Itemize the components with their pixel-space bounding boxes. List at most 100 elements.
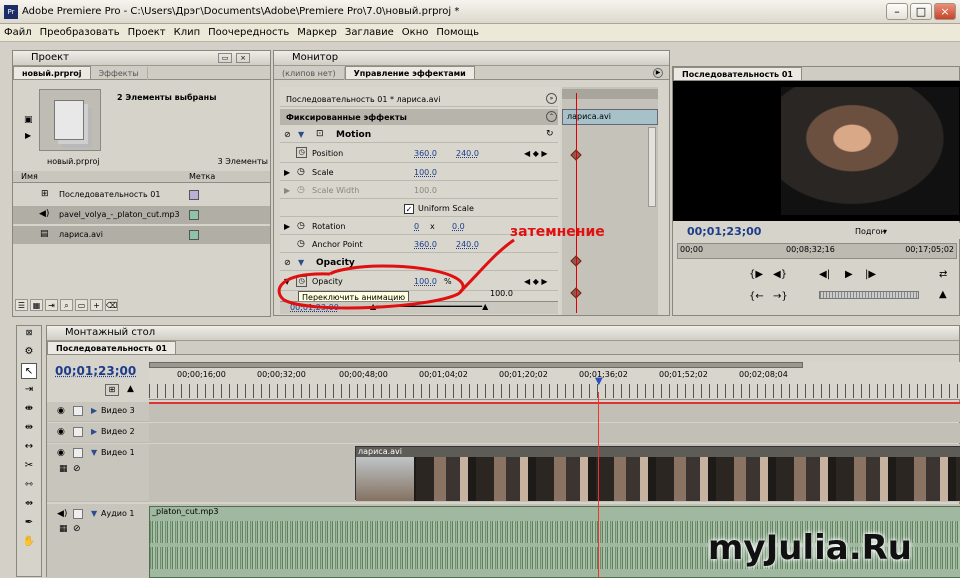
triangle-right-icon[interactable]: ▶ (284, 186, 290, 195)
menu-help[interactable]: Помощь (432, 24, 483, 41)
program-timecode[interactable]: 00;01;23;00 (687, 225, 761, 238)
pen-tool-icon[interactable]: ✒ (21, 515, 37, 531)
lock-toggle-icon[interactable] (73, 427, 83, 437)
minimize-button[interactable]: – (886, 3, 908, 20)
go-in-icon[interactable]: {← (749, 291, 764, 302)
lock-toggle-icon[interactable] (73, 406, 83, 416)
position-y[interactable]: 240.0 (456, 149, 479, 158)
panel-menu-icon[interactable]: ▶ (653, 68, 663, 78)
fx-toggle-icon[interactable]: ⊘ (284, 130, 291, 139)
position-x[interactable]: 360.0 (414, 149, 437, 158)
tab-effects[interactable]: Эффекты (91, 67, 148, 80)
marker-icon[interactable]: ▲ (127, 384, 134, 394)
step-forward-icon[interactable]: |▶ (865, 269, 876, 280)
chevron-down-icon[interactable]: ▾ (883, 227, 887, 236)
stopwatch-icon[interactable]: ◷ (297, 185, 305, 195)
tab-sequence[interactable]: Последовательность 01 (673, 67, 802, 80)
track-lane[interactable] (149, 402, 960, 422)
video-clip[interactable]: лариса.avi (355, 446, 960, 501)
display-style-icon[interactable]: ▦ (59, 464, 68, 474)
mark-out-icon[interactable]: ◀} (773, 269, 787, 280)
slide-tool-icon[interactable]: ⇴ (21, 496, 37, 512)
keyframe-toggle-icon[interactable]: ⊘ (73, 464, 81, 474)
fit-dropdown[interactable]: Подгон (855, 227, 886, 236)
column-name[interactable]: Имя (21, 172, 38, 181)
find-icon[interactable]: ⌕ (60, 299, 73, 311)
lock-toggle-icon[interactable] (73, 448, 83, 458)
panel-close-icon[interactable]: ⊠ (21, 328, 37, 338)
playhead-handle-icon[interactable]: ▼ (595, 376, 603, 387)
new-item-icon[interactable]: + (90, 299, 103, 311)
menu-project[interactable]: Проект (124, 24, 170, 41)
jog-shuttle[interactable] (819, 291, 919, 299)
tab-sequence-01[interactable]: Последовательность 01 (47, 341, 176, 354)
snap-icon[interactable]: ⊞ (105, 384, 119, 396)
hand-tool-icon[interactable]: ✋ (21, 534, 37, 550)
uniform-scale-checkbox[interactable]: ✓ (404, 204, 414, 214)
keyframe-nav-icon[interactable]: ◀ ◆ ▶ (524, 149, 548, 158)
expand-icon[interactable]: » (546, 93, 557, 104)
go-out-icon[interactable]: →} (773, 291, 788, 302)
selection-tool-icon[interactable]: ↖ (21, 363, 37, 379)
track-lane[interactable] (149, 423, 960, 443)
keyframe-toggle-icon[interactable]: ⊘ (73, 524, 81, 534)
step-back-icon[interactable]: ◀| (819, 269, 830, 280)
camera-icon[interactable]: ▣ (24, 115, 33, 125)
loop-icon[interactable]: ⇄ (939, 269, 947, 280)
triangle-down-icon[interactable]: ▼ (91, 509, 97, 518)
work-area-bar[interactable] (149, 362, 803, 368)
rate-stretch-tool-icon[interactable]: ↔ (21, 439, 37, 455)
panel-close-icon[interactable]: × (236, 53, 250, 63)
triangle-right-icon[interactable]: ▶ (284, 168, 290, 177)
triangle-right-icon[interactable]: ▶ (91, 427, 97, 436)
triangle-down-icon[interactable]: ▼ (298, 130, 304, 139)
ripple-edit-tool-icon[interactable]: ⇼ (21, 401, 37, 417)
triangle-down-icon[interactable]: ▼ (91, 448, 97, 457)
track-select-tool-icon[interactable]: ⇥ (21, 382, 37, 398)
mark-in-icon[interactable]: {▶ (749, 269, 763, 280)
rolling-edit-tool-icon[interactable]: ⇹ (21, 420, 37, 436)
list-view-icon[interactable]: ☰ (15, 299, 28, 311)
panel-minimize-icon[interactable]: ▭ (218, 53, 232, 63)
list-item[interactable]: ⊞ Последовательность 01 (13, 186, 270, 204)
track-lane[interactable]: лариса.avi (149, 444, 960, 502)
slip-tool-icon[interactable]: ⇿ (21, 477, 37, 493)
eye-icon[interactable]: ◉ (57, 448, 65, 458)
list-item[interactable]: ▤ лариса.avi (13, 226, 270, 244)
menu-title[interactable]: Заглавие (341, 24, 398, 41)
column-label[interactable]: Метка (189, 172, 215, 181)
eye-icon[interactable]: ◉ (57, 427, 65, 437)
maximize-button[interactable]: □ (910, 3, 932, 20)
tab-no-clips[interactable]: (клипов нет) (274, 67, 345, 80)
play-button-icon[interactable]: ▶ (845, 269, 853, 280)
collapse-icon[interactable]: ⌃ (546, 111, 557, 122)
stopwatch-icon[interactable]: ◷ (297, 167, 305, 177)
bin-icon[interactable]: ▭ (75, 299, 88, 311)
menu-sequence[interactable]: Поочередность (204, 24, 293, 41)
tab-project-file[interactable]: новый.prproj (13, 66, 91, 79)
menu-window[interactable]: Окно (398, 24, 433, 41)
close-button[interactable]: × (934, 3, 956, 20)
trash-icon[interactable]: ⌫ (105, 299, 118, 311)
reset-icon[interactable]: ↻ (546, 129, 554, 139)
display-style-icon[interactable]: ▦ (59, 524, 68, 534)
timeline-timecode[interactable]: 00;01;23;00 (55, 364, 136, 378)
menu-convert[interactable]: Преобразовать (36, 24, 124, 41)
lift-icon[interactable]: ▲ (939, 289, 947, 300)
razor-tool-icon[interactable]: ✂ (21, 458, 37, 474)
play-icon[interactable]: ▶ (25, 131, 31, 140)
menu-marker[interactable]: Маркер (293, 24, 341, 41)
menu-clip[interactable]: Клип (170, 24, 205, 41)
scale-value[interactable]: 100.0 (414, 168, 437, 177)
menu-file[interactable]: Файл (0, 24, 36, 41)
stopwatch-icon[interactable]: ◷ (296, 147, 307, 158)
tab-effect-controls[interactable]: Управление эффектами (344, 66, 475, 79)
lock-toggle-icon[interactable] (73, 509, 83, 519)
icon-view-icon[interactable]: ▦ (30, 299, 43, 311)
timeline-ruler[interactable]: 00;00;16;00 00;00;32;00 00;00;48;00 00;0… (149, 362, 960, 400)
automate-icon[interactable]: ⇥ (45, 299, 58, 311)
eye-icon[interactable]: ◉ (57, 406, 65, 416)
scrollbar[interactable] (648, 127, 656, 207)
speaker-icon[interactable]: ◀) (57, 509, 67, 519)
list-item[interactable]: ◀) pavel_volya_-_platon_cut.mp3 (13, 206, 270, 224)
